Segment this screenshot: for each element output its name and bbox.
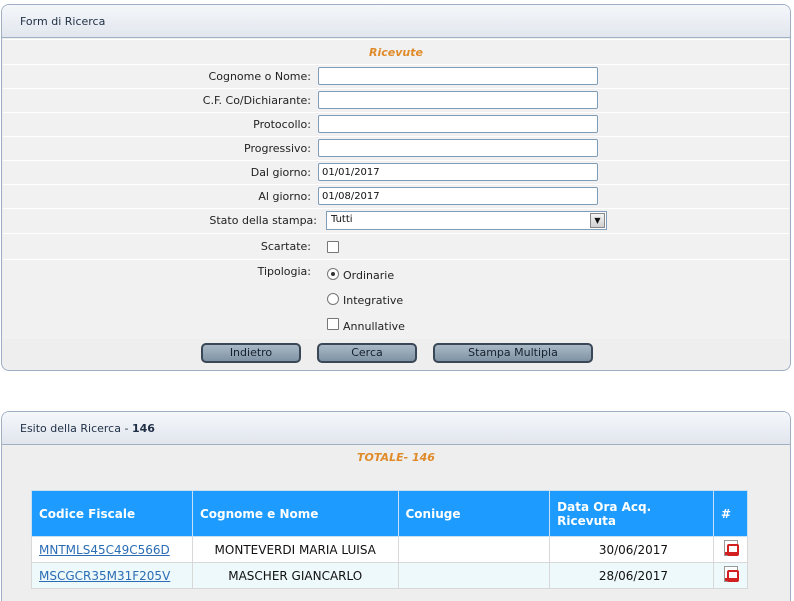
stato-select-value: Tutti [331,214,353,225]
progressivo-row: Progressivo: [3,136,789,160]
results-title: Esito della Ricerca - 146 [2,412,790,445]
table-header-row: Codice Fiscale Cognome e Nome Coniuge Da… [31,490,748,537]
cerca-button[interactable]: Cerca [317,343,417,363]
results-title-prefix: Esito della Ricerca - [20,422,129,435]
col-hash: # [713,490,748,537]
stato-row: Stato della stampa: Tutti ▼ [3,208,789,233]
dal-giorno-row: Dal giorno: [3,160,789,184]
data-cell: 30/06/2017 [549,536,714,563]
cf-link[interactable]: MSCGCR35M31F205V [39,569,170,583]
chevron-down-icon[interactable]: ▼ [590,213,605,228]
scartate-row: Scartate: [3,233,789,259]
totale-label: TOTALE- 146 [357,451,435,464]
ordinarie-label: Ordinarie [343,269,395,282]
al-giorno-input[interactable] [318,187,598,205]
nome-cell: MONTEVERDI MARIA LUISA [191,536,399,563]
stampa-multipla-button[interactable]: Stampa Multipla [433,343,593,363]
al-giorno-row: Al giorno: [3,184,789,208]
table-row: MNTMLS45C49C566D MONTEVERDI MARIA LUISA … [31,536,748,563]
pdf-icon[interactable] [723,566,739,582]
col-codice-fiscale[interactable]: Codice Fiscale [31,490,193,537]
nome-cell: MASCHER GIANCARLO [191,562,399,589]
protocollo-row: Protocollo: [3,112,789,136]
results-count: 146 [131,422,155,435]
cognome-row: Cognome o Nome: [3,64,789,88]
data-cell: 28/06/2017 [549,562,714,589]
cf-label: C.F. Co/Dichiarante: [202,94,311,107]
annullative-checkbox[interactable] [327,318,339,330]
ordinarie-radio[interactable] [327,268,339,280]
cf-input[interactable] [318,91,598,109]
stato-label: Stato della stampa: [209,214,317,227]
section-title-row: Ricevute [3,39,789,64]
col-cognome-nome[interactable]: Cognome e Nome [191,490,399,537]
cf-cell: MNTMLS45C49C566D [31,536,193,563]
table-row: MSCGCR35M31F205V MASCHER GIANCARLO 28/06… [31,562,748,589]
progressivo-label: Progressivo: [244,142,311,155]
progressivo-input[interactable] [318,139,598,157]
scartate-label: Scartate: [260,240,311,253]
indietro-button[interactable]: Indietro [201,343,301,363]
search-form-title: Form di Ricerca [2,5,790,38]
pdf-cell [713,562,748,589]
results-table: Codice Fiscale Cognome e Nome Coniuge Da… [31,490,748,589]
results-panel: Esito della Ricerca - 146 TOTALE- 146 Co… [1,411,791,601]
pdf-cell [713,536,748,563]
tipologia-row: Tipologia: Ordinarie Integrative Annulla… [3,259,789,339]
cf-link[interactable]: MNTMLS45C49C566D [39,543,170,557]
annullative-label: Annullative [343,320,405,333]
integrative-radio[interactable] [327,293,339,305]
col-data-ora[interactable]: Data Ora Acq. Ricevuta [549,490,714,537]
col-coniuge[interactable]: Coniuge [397,490,551,537]
scartate-checkbox[interactable] [327,241,339,253]
stato-select[interactable]: Tutti ▼ [326,211,607,230]
coniuge-cell [397,562,551,589]
al-giorno-label: Al giorno: [258,190,311,203]
integrative-label: Integrative [343,294,404,307]
cf-row: C.F. Co/Dichiarante: [3,88,789,112]
cognome-input[interactable] [318,67,598,85]
cf-cell: MSCGCR35M31F205V [31,562,193,589]
cognome-label: Cognome o Nome: [208,70,311,83]
section-title: Ricevute [369,46,423,59]
protocollo-input[interactable] [318,115,598,133]
dal-giorno-input[interactable] [318,163,598,181]
coniuge-cell [397,536,551,563]
protocollo-label: Protocollo: [253,118,311,131]
pdf-icon[interactable] [723,540,739,556]
tipologia-label: Tipologia: [257,265,311,278]
search-form-panel: Form di Ricerca Ricevute Cognome o Nome:… [1,4,791,371]
dal-giorno-label: Dal giorno: [250,166,311,179]
